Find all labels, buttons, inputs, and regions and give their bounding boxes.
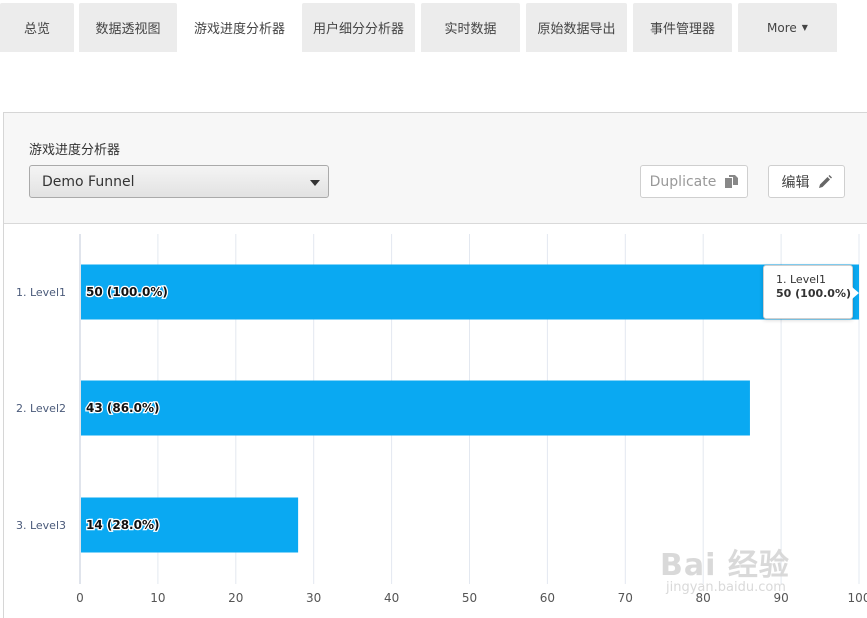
watermark-logo: Bai 经验: [660, 548, 790, 583]
tab-label: More: [767, 20, 797, 35]
category-label: 3. Level3: [16, 519, 66, 532]
tab-pivot[interactable]: 数据透视图: [79, 3, 177, 52]
funnel-bar: [81, 380, 750, 436]
x-tick-label: 20: [228, 591, 243, 605]
tab-raw-export[interactable]: 原始数据导出: [526, 3, 627, 52]
bar-data-label: 50 (100.0%): [86, 285, 168, 299]
tab-label: 用户细分分析器: [312, 22, 404, 37]
x-tick-label: 60: [540, 591, 555, 605]
x-tick-label: 0: [76, 591, 84, 605]
category-label: 1. Level1: [16, 286, 66, 299]
x-tick-label: 50: [462, 591, 477, 605]
tab-overview[interactable]: 总览: [0, 3, 74, 52]
x-tick-label: 70: [618, 591, 633, 605]
x-tick-label: 40: [384, 591, 399, 605]
funnel-select-value: Demo Funnel: [42, 173, 135, 190]
tooltip-arrow: [852, 287, 859, 299]
duplicate-label: Duplicate: [649, 173, 717, 190]
panel-header: 游戏进度分析器 Demo Funnel Duplicate 编辑: [4, 113, 867, 224]
watermark: Bai 经验 jingyan.baidu.com: [660, 540, 790, 595]
tab-progress-analyzer[interactable]: 游戏进度分析器: [183, 3, 296, 52]
panel-title: 游戏进度分析器: [29, 143, 121, 158]
x-tick-label: 10: [150, 591, 165, 605]
bar-data-label: 14 (28.0%): [86, 518, 159, 532]
edit-label: 编辑: [781, 174, 810, 191]
tab-realtime[interactable]: 实时数据: [421, 3, 520, 52]
x-tick-label: 100: [848, 591, 867, 605]
tab-bar: 总览 数据透视图 游戏进度分析器 用户细分分析器 实时数据 原始数据导出 事件管…: [0, 0, 867, 52]
duplicate-button[interactable]: Duplicate: [640, 165, 748, 198]
funnel-bar: [81, 264, 859, 320]
tab-label: 数据透视图: [95, 22, 161, 37]
tooltip-value: 50 (100.0%): [776, 287, 852, 300]
copy-icon: [724, 174, 739, 189]
bar-data-label: 43 (86.0%): [86, 401, 159, 415]
chevron-down-icon: ▼: [801, 23, 808, 32]
caret-down-icon: [310, 180, 320, 186]
bar-tooltip: 1. Level1 50 (100.0%): [763, 265, 859, 319]
category-label: 2. Level2: [16, 402, 66, 415]
tab-label: 原始数据导出: [537, 22, 616, 37]
x-tick-label: 30: [306, 591, 321, 605]
pencil-icon: [818, 174, 832, 189]
tab-event-manager[interactable]: 事件管理器: [633, 3, 732, 52]
tab-label: 总览: [23, 22, 50, 37]
watermark-url: jingyan.baidu.com: [666, 580, 786, 595]
tab-segment-analyzer[interactable]: 用户细分分析器: [302, 3, 415, 52]
tab-label: 实时数据: [444, 22, 497, 37]
tab-label: 事件管理器: [649, 22, 715, 37]
tooltip-label: 1. Level1: [776, 273, 827, 286]
tab-more[interactable]: More ▼: [738, 3, 837, 52]
funnel-select[interactable]: Demo Funnel: [29, 165, 329, 198]
edit-button[interactable]: 编辑: [768, 165, 845, 198]
tab-label: 游戏进度分析器: [193, 22, 285, 37]
